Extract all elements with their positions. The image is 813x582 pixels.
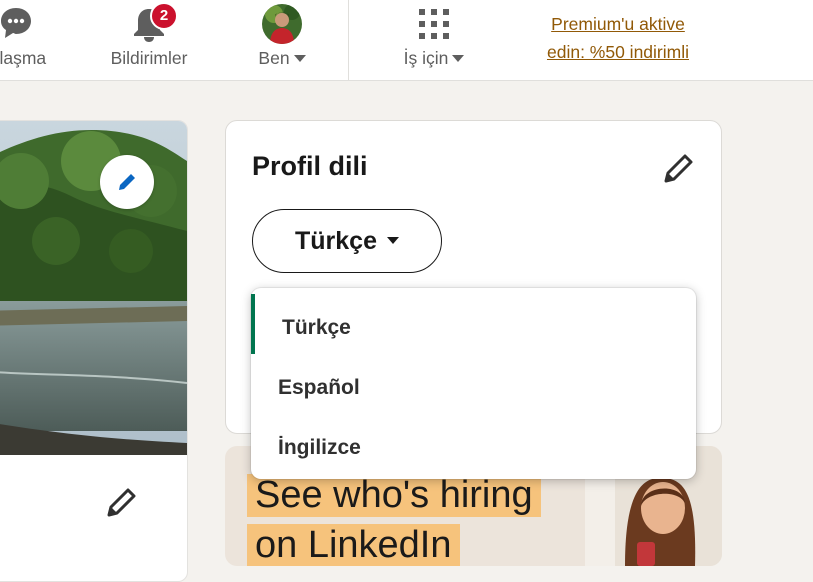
cover-photo <box>0 121 187 455</box>
chevron-down-icon <box>386 236 399 244</box>
premium-link-line1: Premium'u aktive <box>551 14 685 34</box>
language-select-value: Türkçe <box>295 226 377 255</box>
nav-business-label: İş için <box>384 48 484 69</box>
global-nav: ajlaşma 2 Bildirimler Ben <box>0 0 813 81</box>
language-option-label: Türkçe <box>282 316 351 339</box>
chevron-down-icon <box>452 54 465 62</box>
language-dropdown-menu: Türkçe Español İngilizce <box>251 288 696 479</box>
nav-messaging-label: ajlaşma <box>0 48 47 68</box>
notification-count-badge: 2 <box>150 2 178 30</box>
edit-profile-pencil-icon[interactable] <box>103 485 139 521</box>
nav-messaging[interactable]: ajlaşma <box>0 0 72 80</box>
nav-me[interactable]: Ben <box>238 0 326 80</box>
edit-language-pencil-icon[interactable] <box>660 151 696 187</box>
nav-for-business[interactable]: İş için <box>384 0 484 80</box>
messaging-icon <box>1 8 31 38</box>
profile-language-title: Profil dili <box>252 151 368 181</box>
profile-card <box>0 120 188 582</box>
active-option-indicator <box>251 294 255 354</box>
edit-cover-button[interactable] <box>100 155 154 209</box>
language-option-spanish[interactable]: Español <box>251 354 696 414</box>
nav-me-text: Ben <box>258 48 290 68</box>
premium-link-line2: edin: %50 indirimli <box>546 42 689 62</box>
premium-upsell-link[interactable]: Premium'u aktive edin: %50 indirimli <box>520 10 716 66</box>
pencil-icon <box>119 174 135 190</box>
language-option-english[interactable]: İngilizce <box>251 414 696 474</box>
avatar <box>262 4 302 44</box>
language-select[interactable]: Türkçe <box>252 209 442 273</box>
language-option-turkish[interactable]: Türkçe <box>251 294 696 354</box>
nav-divider <box>348 0 349 80</box>
apps-grid-icon <box>419 9 449 39</box>
language-option-label: Español <box>278 376 360 399</box>
ad-headline-line2: on LinkedIn <box>247 524 460 566</box>
ad-headline-line1: See who's hiring <box>247 474 541 517</box>
nav-notifications[interactable]: 2 Bildirimler <box>95 0 203 80</box>
chevron-down-icon <box>293 54 306 62</box>
nav-notifications-label: Bildirimler <box>110 48 188 68</box>
nav-me-label: Ben <box>238 48 326 69</box>
language-option-label: İngilizce <box>278 436 361 459</box>
nav-business-text: İş için <box>403 48 449 68</box>
